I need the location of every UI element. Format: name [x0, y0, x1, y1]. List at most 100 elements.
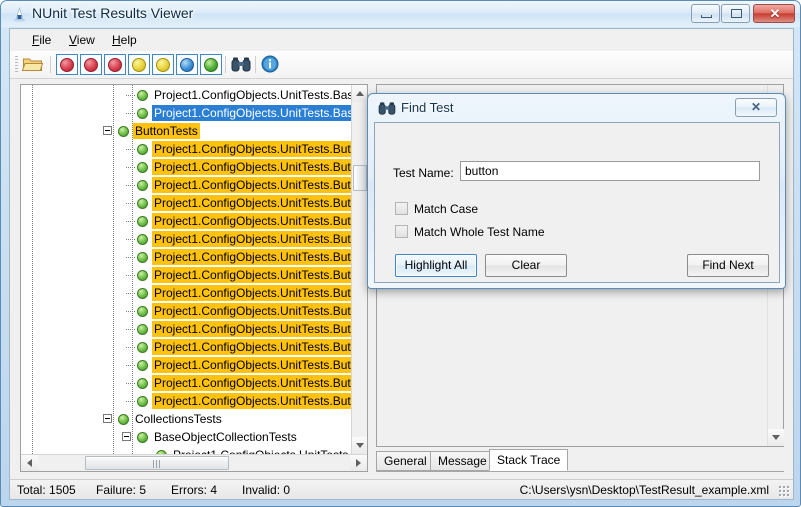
tree-connector-line — [126, 347, 135, 348]
status-file-path: C:\Users\ysn\Desktop\TestResult_example.… — [519, 483, 769, 497]
chevron-left-icon — [27, 459, 32, 467]
open-folder-icon[interactable] — [21, 55, 44, 74]
menu-help[interactable]: Help — [104, 32, 145, 48]
tree-hscroll-thumb[interactable] — [85, 456, 229, 470]
filter-warning-2-button[interactable] — [152, 54, 174, 75]
find-next-button[interactable]: Find Next — [687, 254, 769, 277]
tree-vertical-scrollbar[interactable] — [351, 85, 367, 454]
tree-row[interactable]: Project1.ConfigObjects.UnitTests.ButtonT — [21, 158, 352, 176]
tab-general[interactable]: General — [376, 451, 435, 471]
find-dialog-close-button[interactable]: ✕ — [735, 98, 777, 117]
menu-view[interactable]: View — [61, 32, 103, 48]
filter-success-button[interactable] — [200, 54, 222, 75]
detail-scroll-down-button[interactable] — [768, 429, 784, 446]
test-tree[interactable]: Project1.ConfigObjects.UnitTests.BaseOb P… — [21, 85, 352, 454]
find-dialog-body: Test Name: button Match Case Match Whole… — [374, 122, 780, 283]
tree-row[interactable]: Project1.ConfigObjects.UnitTests.ButtonT — [21, 320, 352, 338]
green-circle-icon — [204, 58, 218, 72]
info-icon[interactable] — [261, 55, 279, 73]
tree-row[interactable]: ButtonTests — [21, 122, 352, 140]
tree-row-label: BaseObjectCollectionTests — [154, 430, 297, 444]
tree-row[interactable]: Project1.ConfigObjects.UnitTests.BaseOb — [21, 86, 352, 104]
tree-row[interactable]: Project1.ConfigObjects.UnitTests.ButtonT — [21, 140, 352, 158]
tab-stack-trace[interactable]: Stack Trace — [489, 449, 569, 471]
clear-button[interactable]: Clear — [485, 254, 567, 277]
tree-connector-line — [126, 401, 135, 402]
filter-failure-1-button[interactable] — [56, 54, 78, 75]
tree-connector-line — [126, 185, 135, 186]
tree-connector-line — [126, 221, 135, 222]
tree-row[interactable]: Project1.ConfigObjects.UnitTests.Coll — [21, 446, 352, 454]
scroll-down-button[interactable] — [352, 437, 367, 454]
binoculars-icon[interactable] — [231, 56, 251, 73]
minimize-icon — [701, 15, 712, 18]
test-name-input[interactable]: button — [460, 161, 760, 181]
test-status-success-icon — [137, 432, 148, 443]
menu-file[interactable]: File — [24, 32, 59, 48]
toolbar-separator-1 — [50, 56, 51, 73]
tree-row[interactable]: Project1.ConfigObjects.UnitTests.ButtonT — [21, 338, 352, 356]
toolbar-grip[interactable] — [15, 56, 18, 73]
tree-row[interactable]: Project1.ConfigObjects.UnitTests.ButtonT — [21, 212, 352, 230]
maximize-icon — [731, 9, 742, 18]
scroll-up-button[interactable] — [352, 85, 367, 102]
minimize-button[interactable] — [691, 4, 720, 23]
tree-row[interactable]: BaseObjectCollectionTests — [21, 428, 352, 446]
tree-row[interactable]: Project1.ConfigObjects.UnitTests.ButtonT — [21, 356, 352, 374]
filter-failure-2-button[interactable] — [80, 54, 102, 75]
close-button[interactable]: ✕ — [753, 4, 795, 23]
tree-connector-line — [126, 329, 135, 330]
filter-info-button[interactable] — [176, 54, 198, 75]
tree-row[interactable]: Project1.ConfigObjects.UnitTests.ButtonT — [21, 392, 352, 410]
test-status-success-icon — [137, 216, 148, 227]
tree-row[interactable]: Project1.ConfigObjects.UnitTests.ButtonT — [21, 266, 352, 284]
maximize-button[interactable] — [721, 4, 750, 23]
tree-row-label: Project1.ConfigObjects.UnitTests.ButtonT — [152, 267, 352, 283]
tree-connector-line — [126, 257, 135, 258]
test-status-success-icon — [137, 360, 148, 371]
tree-row[interactable]: Project1.ConfigObjects.UnitTests.ButtonT — [21, 176, 352, 194]
test-status-success-icon — [118, 414, 129, 425]
tree-row[interactable]: Project1.ConfigObjects.UnitTests.ButtonT — [21, 194, 352, 212]
window-titlebar: NUnit Test Results Viewer ✕ — [1, 1, 800, 27]
window-title: NUnit Test Results Viewer — [32, 5, 194, 21]
tree-row-label: Project1.ConfigObjects.UnitTests.ButtonT — [152, 303, 352, 319]
tree-row-label: Project1.ConfigObjects.UnitTests.ButtonT — [152, 177, 352, 193]
detail-tabstrip: General Message Stack Trace — [376, 449, 784, 472]
menu-bar: File View Help — [10, 29, 793, 52]
tab-message[interactable]: Message — [430, 451, 495, 471]
tree-row[interactable]: CollectionsTests — [21, 410, 352, 428]
tree-row-label: Project1.ConfigObjects.UnitTests.BaseOb — [152, 105, 352, 121]
yellow-circle-icon — [132, 58, 146, 72]
filter-warning-1-button[interactable] — [128, 54, 150, 75]
tree-row[interactable]: Project1.ConfigObjects.UnitTests.ButtonT — [21, 248, 352, 266]
highlight-all-button[interactable]: Highlight All — [395, 254, 477, 277]
tree-row[interactable]: Project1.ConfigObjects.UnitTests.ButtonT — [21, 374, 352, 392]
chevron-down-icon — [772, 435, 780, 440]
filter-failure-3-button[interactable] — [104, 54, 126, 75]
tree-row[interactable]: Project1.ConfigObjects.UnitTests.ButtonT — [21, 302, 352, 320]
scroll-left-button[interactable] — [21, 455, 38, 471]
tree-row[interactable]: Project1.ConfigObjects.UnitTests.BaseOb — [21, 104, 352, 122]
test-tree-panel[interactable]: Project1.ConfigObjects.UnitTests.BaseOb P… — [20, 84, 368, 472]
collapse-expander-icon[interactable] — [103, 126, 112, 135]
collapse-expander-icon[interactable] — [103, 414, 112, 423]
scroll-right-button[interactable] — [350, 455, 367, 471]
collapse-expander-icon[interactable] — [122, 432, 131, 441]
match-case-label: Match Case — [414, 202, 479, 216]
tree-connector-line — [126, 239, 135, 240]
find-dialog-titlebar: Find Test ✕ — [368, 94, 785, 122]
test-status-success-icon — [137, 252, 148, 263]
tree-scroll-thumb[interactable] — [353, 165, 367, 191]
tree-horizontal-scrollbar[interactable] — [21, 454, 367, 471]
close-icon: ✕ — [769, 6, 781, 21]
tree-row-label: Project1.ConfigObjects.UnitTests.ButtonT — [152, 141, 352, 157]
resize-grip-icon[interactable] — [778, 485, 790, 497]
tree-connector-line — [126, 311, 135, 312]
test-status-success-icon — [137, 162, 148, 173]
tree-row[interactable]: Project1.ConfigObjects.UnitTests.ButtonT — [21, 284, 352, 302]
nunit-icon — [12, 6, 27, 22]
tree-connector-line — [126, 383, 135, 384]
tree-row[interactable]: Project1.ConfigObjects.UnitTests.ButtonT — [21, 230, 352, 248]
test-status-success-icon — [137, 288, 148, 299]
